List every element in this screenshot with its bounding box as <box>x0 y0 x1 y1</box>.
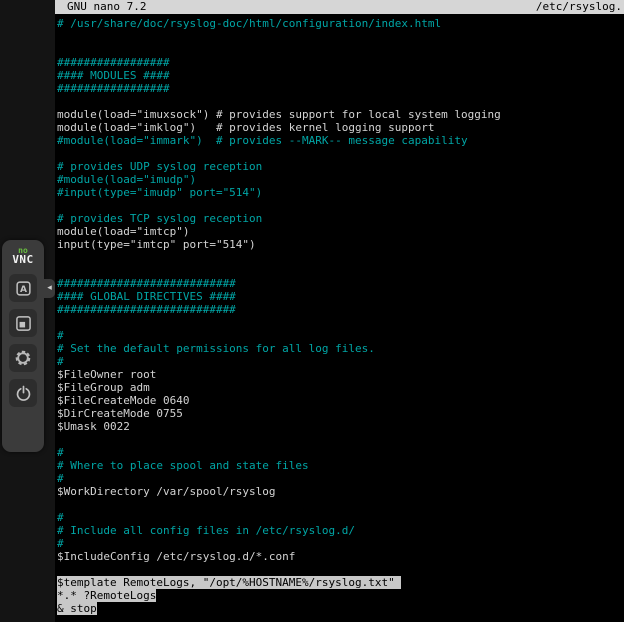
editor-line[interactable]: #module(load="imudp") <box>57 173 624 186</box>
fullscreen-button[interactable] <box>9 309 37 337</box>
editor-line[interactable]: input(type="imtcp" port="514") <box>57 238 624 251</box>
editor-line[interactable]: ################# <box>57 56 624 69</box>
selected-text[interactable]: *.* ?RemoteLogs <box>57 589 156 602</box>
selected-text[interactable]: $template RemoteLogs, "/opt/%HOSTNAME%/r… <box>57 576 401 589</box>
editor-line[interactable]: #### GLOBAL DIRECTIVES #### <box>57 290 624 303</box>
settings-button[interactable] <box>9 344 37 372</box>
editor-line[interactable]: ################# <box>57 82 624 95</box>
screen: no VNC A <box>0 0 624 622</box>
gear-icon <box>14 349 32 367</box>
editor-line[interactable] <box>57 30 624 43</box>
control-bar-collapse-handle[interactable]: ◂ <box>44 279 55 298</box>
clipboard-button[interactable]: A <box>9 274 37 302</box>
editor-line[interactable]: *.* ?RemoteLogs <box>57 589 624 602</box>
novnc-logo-vnc: VNC <box>12 254 33 265</box>
editor-line[interactable]: # <box>57 329 624 342</box>
clipboard-a-icon: A <box>15 280 32 297</box>
editor-line[interactable]: $Umask 0022 <box>57 420 624 433</box>
editor-line[interactable]: # <box>57 472 624 485</box>
terminal-window[interactable]: GNU nano 7.2 /etc/rsyslog. # /usr/share/… <box>55 0 624 622</box>
editor-line[interactable] <box>57 264 624 277</box>
nano-titlebar: GNU nano 7.2 /etc/rsyslog. <box>55 0 624 14</box>
editor-line[interactable]: # /usr/share/doc/rsyslog-doc/html/config… <box>57 17 624 30</box>
editor-line[interactable]: # Where to place spool and state files <box>57 459 624 472</box>
editor-line[interactable]: # Set the default permissions for all lo… <box>57 342 624 355</box>
chevron-left-icon: ◂ <box>47 283 52 293</box>
editor-line[interactable]: # <box>57 446 624 459</box>
fullscreen-icon <box>15 315 32 332</box>
editor-line[interactable]: # provides TCP syslog reception <box>57 212 624 225</box>
editor-line[interactable]: $template RemoteLogs, "/opt/%HOSTNAME%/r… <box>57 576 624 589</box>
novnc-control-bar: no VNC A <box>2 240 44 452</box>
editor-line[interactable]: # <box>57 355 624 368</box>
editor-line[interactable]: $WorkDirectory /var/spool/rsyslog <box>57 485 624 498</box>
disconnect-button[interactable] <box>9 379 37 407</box>
editor-line[interactable]: $FileCreateMode 0640 <box>57 394 624 407</box>
editor-line[interactable] <box>57 95 624 108</box>
editor-line[interactable]: ########################### <box>57 303 624 316</box>
editor-line[interactable]: & stop <box>57 602 624 615</box>
novnc-logo: no VNC <box>12 247 33 265</box>
svg-text:A: A <box>20 285 27 295</box>
editor-line[interactable] <box>57 43 624 56</box>
editor-line[interactable]: # provides UDP syslog reception <box>57 160 624 173</box>
editor-line[interactable] <box>57 199 624 212</box>
editor-line[interactable]: $FileOwner root <box>57 368 624 381</box>
editor-line[interactable] <box>57 433 624 446</box>
editor-line[interactable]: $IncludeConfig /etc/rsyslog.d/*.conf <box>57 550 624 563</box>
editor-line[interactable] <box>57 251 624 264</box>
editor-line[interactable]: module(load="imuxsock") # provides suppo… <box>57 108 624 121</box>
editor-line[interactable]: #module(load="immark") # provides --MARK… <box>57 134 624 147</box>
editor-line[interactable]: module(load="imtcp") <box>57 225 624 238</box>
selected-text[interactable]: & stop <box>57 602 97 615</box>
editor-content[interactable]: # /usr/share/doc/rsyslog-doc/html/config… <box>55 14 624 615</box>
nano-filename-label: /etc/rsyslog. <box>536 0 622 14</box>
editor-line[interactable]: #### MODULES #### <box>57 69 624 82</box>
editor-line[interactable]: $FileGroup adm <box>57 381 624 394</box>
nano-version-label: GNU nano 7.2 <box>67 0 146 14</box>
editor-line[interactable]: # <box>57 537 624 550</box>
editor-line[interactable]: # Include all config files in /etc/rsysl… <box>57 524 624 537</box>
editor-line[interactable]: $DirCreateMode 0755 <box>57 407 624 420</box>
editor-line[interactable] <box>57 147 624 160</box>
editor-line[interactable]: ########################### <box>57 277 624 290</box>
editor-line[interactable]: module(load="imklog") # provides kernel … <box>57 121 624 134</box>
editor-line[interactable] <box>57 563 624 576</box>
editor-line[interactable]: # <box>57 511 624 524</box>
editor-line[interactable] <box>57 498 624 511</box>
editor-line[interactable]: #input(type="imudp" port="514") <box>57 186 624 199</box>
power-icon <box>15 385 32 402</box>
editor-line[interactable] <box>57 316 624 329</box>
